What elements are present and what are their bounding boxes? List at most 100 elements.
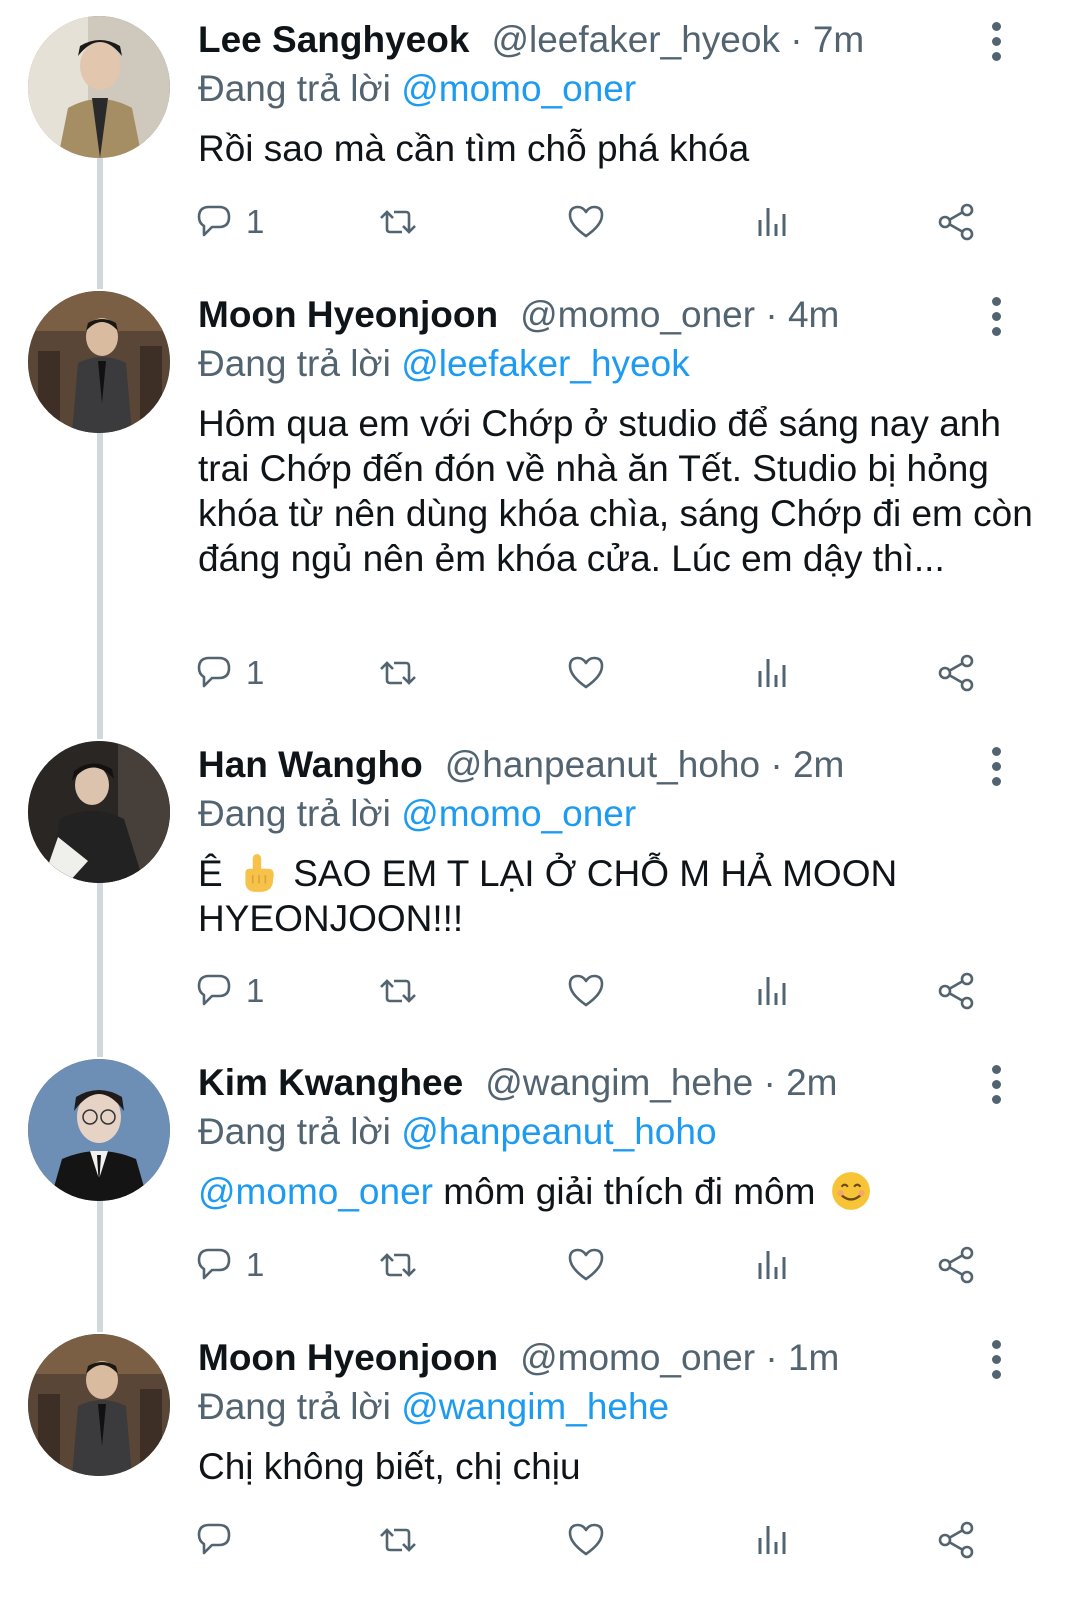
avatar[interactable] bbox=[28, 1334, 170, 1476]
replying-to: Đang trả lời @wangim_hehe bbox=[198, 1384, 1040, 1430]
tweet-4[interactable]: Kim Kwanghee @wangim_hehe · 2m Đang trả l… bbox=[0, 1043, 1080, 1331]
replying-to-handle[interactable]: @momo_oner bbox=[401, 68, 636, 109]
like-button[interactable] bbox=[564, 647, 608, 699]
avatar[interactable] bbox=[28, 16, 170, 158]
avatar[interactable] bbox=[28, 1059, 170, 1201]
replying-to-label: Đang trả lời bbox=[198, 1111, 391, 1152]
avatar-image bbox=[28, 741, 170, 883]
replying-to-handle[interactable]: @momo_oner bbox=[401, 793, 636, 834]
reply-icon bbox=[197, 656, 231, 688]
views-button[interactable] bbox=[750, 196, 794, 248]
display-name[interactable]: Han Wangho bbox=[198, 744, 423, 785]
separator-dot: · bbox=[770, 744, 783, 785]
reply-count: 1 bbox=[246, 203, 265, 240]
tweet-text: Ê SAO EM T LẠI Ở CHỖ M HẢ MOON HYEONJOON… bbox=[198, 851, 1040, 941]
thread-connector bbox=[97, 275, 103, 289]
views-button[interactable] bbox=[750, 965, 794, 1017]
separator-dot: · bbox=[765, 1337, 778, 1378]
avatar-image bbox=[28, 16, 170, 158]
reply-icon bbox=[197, 1248, 231, 1280]
like-button[interactable] bbox=[564, 1239, 608, 1291]
thread-connector bbox=[97, 1201, 103, 1331]
reply-count: 1 bbox=[246, 972, 265, 1009]
timestamp[interactable]: 2m bbox=[793, 744, 844, 785]
user-handle[interactable]: @leefaker_hyeok bbox=[491, 19, 780, 60]
replying-to-label: Đang trả lời bbox=[198, 1386, 391, 1427]
replying-to-handle[interactable]: @hanpeanut_hoho bbox=[401, 1111, 716, 1152]
like-button[interactable] bbox=[564, 1514, 608, 1566]
separator-dot: · bbox=[765, 294, 778, 335]
reply-thread: Lee Sanghyeok @leefaker_hyeok · 7m Đang t… bbox=[0, 0, 1080, 1620]
share-icon bbox=[938, 1246, 974, 1284]
tweet-text-start: Ê bbox=[198, 853, 223, 894]
more-icon[interactable] bbox=[990, 22, 1002, 62]
share-button[interactable] bbox=[934, 1514, 978, 1566]
retweet-button[interactable] bbox=[376, 647, 420, 699]
reply-button[interactable]: 1 bbox=[192, 965, 264, 1017]
retweet-button[interactable] bbox=[376, 1514, 420, 1566]
timestamp[interactable]: 1m bbox=[788, 1337, 839, 1378]
replying-to-handle[interactable]: @wangim_hehe bbox=[401, 1386, 669, 1427]
more-icon[interactable] bbox=[990, 297, 1002, 337]
mention-link[interactable]: @momo_oner bbox=[198, 1171, 433, 1212]
views-icon bbox=[758, 208, 786, 236]
tweet-3[interactable]: Han Wangho @hanpeanut_hoho · 2m Đang trả … bbox=[0, 725, 1080, 1056]
replying-to-handle[interactable]: @leefaker_hyeok bbox=[401, 343, 690, 384]
like-icon bbox=[568, 205, 604, 238]
views-button[interactable] bbox=[750, 1239, 794, 1291]
retweet-button[interactable] bbox=[376, 196, 420, 248]
retweet-icon bbox=[380, 979, 416, 1003]
user-handle[interactable]: @hanpeanut_hoho bbox=[445, 744, 760, 785]
views-button[interactable] bbox=[750, 1514, 794, 1566]
like-icon bbox=[568, 1248, 604, 1281]
display-name[interactable]: Moon Hyeonjoon bbox=[198, 294, 498, 335]
tweet-actions: 1 bbox=[197, 965, 1018, 1017]
reply-count: 1 bbox=[246, 1246, 265, 1283]
like-button[interactable] bbox=[564, 965, 608, 1017]
reply-button[interactable]: 1 bbox=[192, 647, 264, 699]
avatar[interactable] bbox=[28, 741, 170, 883]
more-icon[interactable] bbox=[990, 1065, 1002, 1105]
reply-button[interactable]: 1 bbox=[192, 196, 264, 248]
reply-icon bbox=[197, 974, 231, 1006]
pointing-up-emoji bbox=[245, 854, 274, 892]
timestamp[interactable]: 7m bbox=[813, 19, 864, 60]
timestamp[interactable]: 4m bbox=[788, 294, 839, 335]
reply-icon bbox=[197, 1523, 231, 1555]
share-button[interactable] bbox=[934, 1239, 978, 1291]
reply-button[interactable] bbox=[192, 1514, 246, 1566]
more-icon[interactable] bbox=[990, 1340, 1002, 1380]
separator-dot: · bbox=[790, 19, 803, 60]
user-handle[interactable]: @wangim_hehe bbox=[485, 1062, 753, 1103]
tweet-1[interactable]: Lee Sanghyeok @leefaker_hyeok · 7m Đang t… bbox=[0, 0, 1080, 288]
retweet-button[interactable] bbox=[376, 965, 420, 1017]
display-name[interactable]: Lee Sanghyeok bbox=[198, 19, 469, 60]
views-icon bbox=[758, 977, 786, 1005]
avatar-image bbox=[28, 1059, 170, 1201]
reply-button[interactable]: 1 bbox=[192, 1239, 264, 1291]
replying-to-label: Đang trả lời bbox=[198, 68, 391, 109]
thread-connector bbox=[97, 433, 103, 738]
like-icon bbox=[568, 1523, 604, 1556]
more-icon[interactable] bbox=[990, 747, 1002, 787]
avatar[interactable] bbox=[28, 291, 170, 433]
share-button[interactable] bbox=[934, 965, 978, 1017]
views-button[interactable] bbox=[750, 647, 794, 699]
display-name[interactable]: Moon Hyeonjoon bbox=[198, 1337, 498, 1378]
share-button[interactable] bbox=[934, 647, 978, 699]
tweet-text-rest: SAO EM T LẠI Ở CHỖ M HẢ MOON HYEONJOON!!… bbox=[198, 853, 898, 939]
retweet-icon bbox=[380, 210, 416, 234]
share-button[interactable] bbox=[934, 196, 978, 248]
user-handle[interactable]: @momo_oner bbox=[520, 1337, 755, 1378]
timestamp[interactable]: 2m bbox=[786, 1062, 837, 1103]
like-button[interactable] bbox=[564, 196, 608, 248]
user-handle[interactable]: @momo_oner bbox=[520, 294, 755, 335]
display-name[interactable]: Kim Kwanghee bbox=[198, 1062, 463, 1103]
tweet-2[interactable]: Moon Hyeonjoon @momo_oner · 4m Đang trả l… bbox=[0, 275, 1080, 738]
retweet-icon bbox=[380, 1253, 416, 1277]
retweet-button[interactable] bbox=[376, 1239, 420, 1291]
tweet-5[interactable]: Moon Hyeonjoon @momo_oner · 1m Đang trả l… bbox=[0, 1318, 1080, 1620]
views-icon bbox=[758, 1251, 786, 1279]
tweet-actions: 1 bbox=[197, 1239, 1018, 1291]
thread-connector bbox=[97, 725, 103, 739]
